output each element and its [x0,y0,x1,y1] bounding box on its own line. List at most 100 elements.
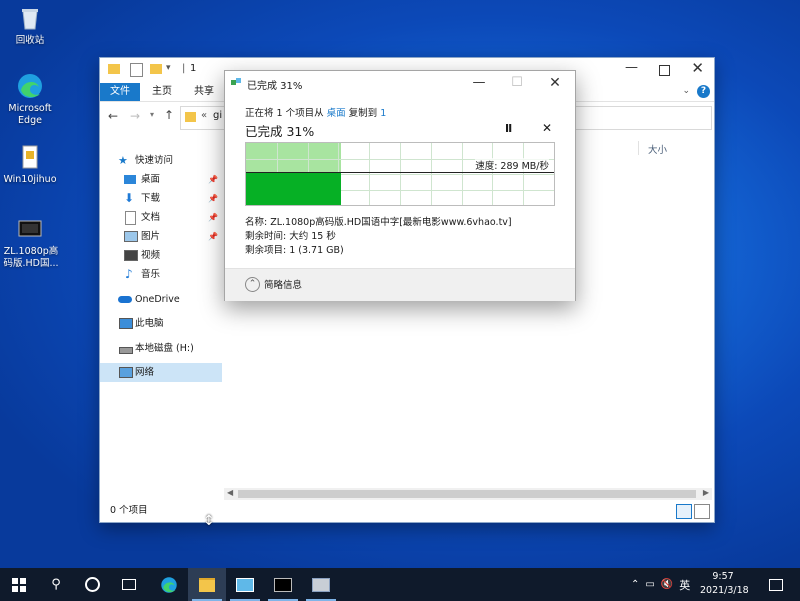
up-arrow-icon[interactable]: ↑ [164,108,174,122]
maximize-button: ☐ [511,75,523,90]
installer-icon [312,577,330,592]
edge-icon [161,576,177,593]
folder-icon [185,112,196,122]
minimize-button[interactable]: — [465,73,493,93]
large-icons-view-icon[interactable] [694,504,710,519]
details-view-icon[interactable] [676,504,692,519]
input-method-indicator[interactable]: 英 [679,577,690,593]
desktop-icon-video-file[interactable]: ZL.1080p高码版.HD国... [2,215,59,270]
desktop-icon-label: ZL.1080p高码版.HD国... [3,246,59,269]
task-view-button[interactable] [110,568,148,601]
nav-label: 网络 [135,367,155,378]
cortana-circle-icon [84,577,100,592]
taskbar-file-explorer[interactable] [188,568,226,601]
terminal-icon [274,577,292,592]
drive-icon [119,347,133,354]
file-name-line: 名称: ZL.1080p高码版.HD国语中字[最新电影www.6vhao.tv] [245,217,512,228]
column-divider[interactable] [638,141,639,155]
notification-icon [769,578,783,591]
close-button[interactable]: ✕ [691,59,704,77]
search-icon: ⚲ [51,577,61,592]
edge-icon [16,72,44,100]
nav-label: 本地磁盘 (H:) [135,343,194,354]
tab-home[interactable]: 主页 [142,83,182,101]
back-arrow-icon[interactable]: ← [108,109,118,123]
nav-label: 文档 [141,212,161,223]
scroll-right-arrow-icon[interactable]: ▶ [703,488,709,497]
scrollbar-thumb[interactable] [238,490,696,498]
nav-label: 快速访问 [135,155,174,166]
show-hidden-icons-chevron-icon[interactable]: ⌃ [631,579,639,590]
maximize-button[interactable] [659,65,670,76]
nav-onedrive[interactable]: OneDrive [100,290,222,309]
taskbar-installer[interactable] [302,568,340,601]
nav-label: 此电脑 [135,318,164,329]
ribbon-expand-icon[interactable]: ⌄ [682,86,690,96]
nav-label: 图片 [141,231,161,242]
taskbar-edge[interactable] [150,568,188,601]
copy-operation-icon [231,78,241,87]
nav-local-disk[interactable]: 本地磁盘 (H:) [100,339,222,358]
taskbar-app-1[interactable] [226,568,264,601]
nav-desktop[interactable]: 桌面 📌 [100,170,222,189]
window-title: 1 [190,63,197,74]
desktop-icon-recycle-bin[interactable]: 回收站 [2,4,58,47]
new-folder-icon[interactable] [150,64,162,74]
minimize-button[interactable]: — [625,60,638,75]
pin-icon: 📌 [208,175,218,184]
windows-logo-icon [12,577,26,592]
recycle-bin-icon [16,4,44,32]
pictures-icon [124,231,138,242]
status-bar: 0 个项目 [100,500,714,522]
copy-prefix: 正在将 1 个项目从 [245,108,324,119]
address-overflow-chevron[interactable]: « [201,110,207,121]
taskbar-command-prompt[interactable] [264,568,302,601]
column-header-size[interactable]: 大小 [648,142,667,156]
horizontal-scrollbar[interactable]: ◀ ▶ [224,488,712,500]
nav-label: 视频 [141,250,161,261]
nav-music[interactable]: ♪ 音乐 [100,265,222,284]
close-button[interactable]: ✕ [541,73,569,93]
computer-icon [119,318,133,329]
tab-share[interactable]: 共享 [184,83,224,101]
desktop-icon-label: 回收站 [15,35,45,46]
chevron-up-icon[interactable]: ⌃ [245,277,260,292]
time-remaining-line: 剩余时间: 大约 15 秒 [245,231,336,242]
nav-network[interactable]: 网络 [100,363,222,382]
recent-locations-chevron-icon[interactable]: ▾ [150,110,154,119]
search-button[interactable]: ⚲ [37,568,75,601]
items-remaining-line: 剩余项目: 1 (3.71 GB) [245,245,344,256]
nav-pictures[interactable]: 图片 📌 [100,227,222,246]
clock[interactable]: 9:57 2021/3/18 [700,570,749,598]
start-button[interactable] [0,568,38,601]
nav-this-pc[interactable]: 此电脑 [100,314,222,333]
help-icon[interactable]: ? [697,85,710,98]
source-link[interactable]: 桌面 [327,108,346,119]
copy-progress-dialog: 已完成 31% — ☐ ✕ 正在将 1 个项目从 桌面 复制到 1 已完成 31… [224,70,576,301]
speed-area [246,172,341,205]
pause-button[interactable]: Ⅱ [505,122,512,135]
network-status-icon[interactable]: ▭ [645,579,654,590]
properties-icon[interactable] [130,63,143,77]
action-center-button[interactable] [757,568,795,601]
nav-downloads[interactable]: ⬇ 下载 📌 [100,189,222,208]
less-details-bar: ⌃ 简略信息 [225,268,575,301]
cortana-button[interactable] [73,568,111,601]
forward-arrow-icon[interactable]: → [130,109,140,123]
tab-file[interactable]: 文件 [100,83,140,101]
folder-icon [199,577,215,592]
nav-videos[interactable]: 视频 [100,246,222,265]
window-app-icon [236,577,254,592]
less-details-button[interactable]: 简略信息 [264,277,302,291]
volume-muted-icon[interactable]: 🔇 [661,579,673,590]
destination-link[interactable]: 1 [380,108,386,119]
nav-quick-access[interactable]: ★ 快速访问 [100,151,222,170]
desktop-icon-win10jihuo[interactable]: Win10jihuo [2,143,58,186]
quick-access-dropdown-icon[interactable]: ▾ [166,63,171,73]
nav-documents[interactable]: 文档 📌 [100,208,222,227]
desktop-icon-label: Microsoft Edge [8,103,52,126]
scroll-left-arrow-icon[interactable]: ◀ [227,488,233,497]
progress-heading: 已完成 31% [245,124,315,139]
cancel-copy-button[interactable]: ✕ [542,121,552,135]
desktop-icon-edge[interactable]: Microsoft Edge [2,72,58,127]
